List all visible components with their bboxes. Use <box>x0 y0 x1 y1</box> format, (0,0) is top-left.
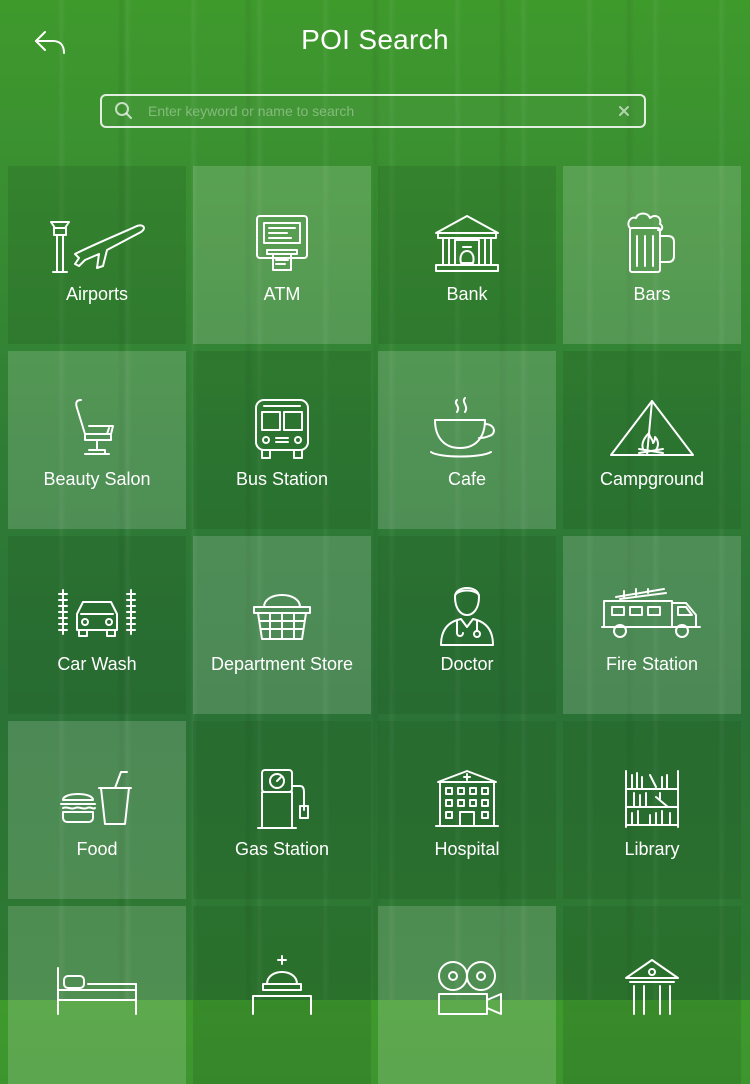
bus-icon <box>227 391 337 467</box>
bookshelf-icon <box>597 761 707 837</box>
category-tile-airports[interactable]: Airports <box>8 166 186 344</box>
category-tile-museum[interactable] <box>563 906 741 1084</box>
airport-icon <box>42 206 152 282</box>
category-label: Gas Station <box>234 839 330 859</box>
category-tile-bars[interactable]: Bars <box>563 166 741 344</box>
header-bar: POI Search <box>0 0 750 86</box>
beer-mug-icon <box>597 206 707 282</box>
category-label: ATM <box>263 284 301 304</box>
category-label: Department Store <box>210 654 354 674</box>
category-label: Car Wash <box>57 654 137 674</box>
shopping-basket-icon <box>227 576 337 652</box>
category-label: Bars <box>633 284 671 304</box>
bed-icon <box>42 946 152 1022</box>
category-tile-car-wash[interactable]: Car Wash <box>8 536 186 714</box>
burger-drink-icon <box>42 761 152 837</box>
category-tile-campground[interactable]: Campground <box>563 351 741 529</box>
category-label: Hospital <box>434 839 500 859</box>
category-tile-beauty-salon[interactable]: Beauty Salon <box>8 351 186 529</box>
doctor-icon <box>412 576 522 652</box>
salon-chair-icon <box>42 391 152 467</box>
category-tile-doctor[interactable]: Doctor <box>378 536 556 714</box>
category-tile-bank[interactable]: Bank <box>378 166 556 344</box>
museum-icon <box>597 946 707 1022</box>
category-tile-fire-station[interactable]: Fire Station <box>563 536 741 714</box>
search-icon <box>115 102 132 119</box>
coffee-cup-icon <box>412 391 522 467</box>
clear-icon[interactable] <box>616 103 632 119</box>
search-bar[interactable] <box>100 94 646 128</box>
category-tile-government[interactable] <box>193 906 371 1084</box>
category-tile-lodging[interactable] <box>8 906 186 1084</box>
tent-campfire-icon <box>597 391 707 467</box>
category-tile-department-store[interactable]: Department Store <box>193 536 371 714</box>
page-title: POI Search <box>301 24 449 55</box>
category-tile-atm[interactable]: ATM <box>193 166 371 344</box>
category-tile-bus-station[interactable]: Bus Station <box>193 351 371 529</box>
category-label: Library <box>624 839 680 859</box>
car-wash-icon <box>42 576 152 652</box>
category-label: Bank <box>446 284 488 304</box>
fire-truck-icon <box>597 576 707 652</box>
gas-pump-icon <box>227 761 337 837</box>
movie-camera-icon <box>412 946 522 1022</box>
category-label: Fire Station <box>605 654 699 674</box>
category-label: Cafe <box>447 469 487 489</box>
bank-icon <box>412 206 522 282</box>
hospital-building-icon <box>412 761 522 837</box>
category-tile-gas-station[interactable]: Gas Station <box>193 721 371 899</box>
category-grid: Airports ATM Bank Bars Beauty Salon Bus … <box>8 166 741 1084</box>
category-label: Airports <box>65 284 128 304</box>
category-tile-library[interactable]: Library <box>563 721 741 899</box>
category-tile-hospital[interactable]: Hospital <box>378 721 556 899</box>
category-label: Campground <box>599 469 705 489</box>
category-tile-food[interactable]: Food <box>8 721 186 899</box>
category-label: Bus Station <box>235 469 329 489</box>
category-label: Food <box>76 839 118 859</box>
category-tile-movie-theater[interactable] <box>378 906 556 1084</box>
category-tile-cafe[interactable]: Cafe <box>378 351 556 529</box>
category-label: Beauty Salon <box>43 469 151 489</box>
capitol-building-icon <box>227 946 337 1022</box>
search-input[interactable] <box>146 102 616 120</box>
atm-icon <box>227 206 337 282</box>
category-label: Doctor <box>440 654 494 674</box>
